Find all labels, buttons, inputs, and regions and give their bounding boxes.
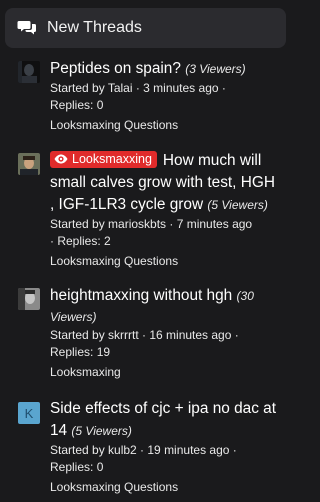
viewer-count: Viewers) <box>50 310 97 324</box>
thread-title-link[interactable]: Peptides on spain? (3 Viewers) <box>50 58 286 80</box>
forum-link[interactable]: Looksmaxing <box>50 364 286 381</box>
avatar-grayscale-photo-icon <box>18 288 40 310</box>
avatar-photo-icon <box>18 153 40 175</box>
avatar-letter: K <box>24 405 34 421</box>
widget-title: New Threads <box>47 19 142 36</box>
widget-header[interactable]: New Threads <box>5 8 286 48</box>
comments-icon <box>17 21 36 35</box>
viewer-count: (5 Viewers) <box>71 424 132 438</box>
thread-meta: Started by kulb2 · 19 minutes ago · Repl… <box>50 443 237 474</box>
thread-title-link[interactable]: heightmaxxing without hgh (30 <box>50 285 286 307</box>
avatar-dark-photo-icon <box>18 61 40 83</box>
viewer-count: (30 <box>236 289 254 303</box>
viewer-count: (5 Viewers) <box>207 198 268 212</box>
viewer-count: (3 Viewers) <box>185 62 246 76</box>
forum-link[interactable]: Looksmaxing Questions <box>50 479 286 496</box>
avatar[interactable]: K <box>18 402 40 424</box>
thread-title-link[interactable]: Looksmaxxing How much will small calves g… <box>50 150 286 216</box>
prefix-badge[interactable]: Looksmaxxing <box>50 151 157 168</box>
thread-meta: Started by marioskbts · 7 minutes ago · … <box>50 217 253 248</box>
new-threads-widget: New Threads Peptides on spain? (3 Viewer… <box>0 0 296 502</box>
forum-link[interactable]: Looksmaxing Questions <box>50 253 286 270</box>
thread-meta: Started by Talai · 3 minutes ago · Repli… <box>50 81 226 112</box>
thread-title-link[interactable]: Side effects of cjc + ipa no dac at 14 (… <box>50 398 286 442</box>
forum-link[interactable]: Looksmaxing Questions <box>50 117 286 134</box>
thread-meta: Viewers) Started by skrrrtt · 16 minutes… <box>50 307 286 361</box>
avatar[interactable] <box>18 288 40 310</box>
avatar[interactable] <box>18 61 40 83</box>
eye-icon <box>54 154 68 164</box>
avatar[interactable] <box>18 153 40 175</box>
